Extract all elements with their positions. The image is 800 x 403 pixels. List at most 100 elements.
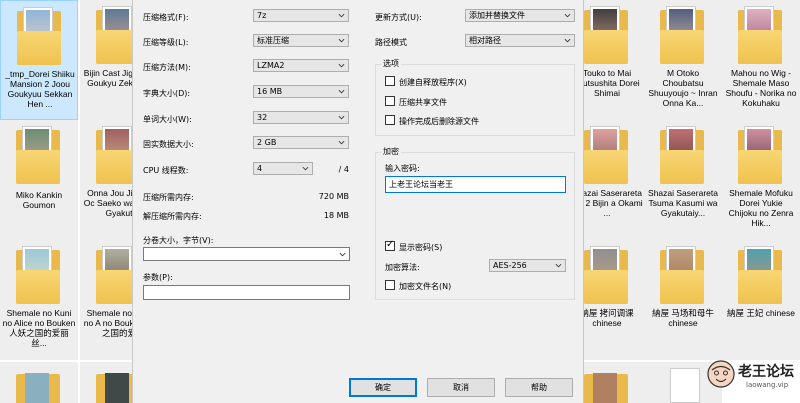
file-tile[interactable]: [584, 362, 644, 403]
file-tile[interactable]: 納屋 马场和母牛 chinese: [644, 240, 722, 360]
folder-icon: [738, 244, 782, 304]
create-sfx-label: 创建自释放程序(X): [399, 78, 467, 87]
folder-icon: [584, 4, 628, 64]
file-tile[interactable]: Shazai Saserareta Tsuma Kasumi wa Gyakut…: [644, 120, 722, 240]
help-button[interactable]: 帮助: [505, 378, 573, 397]
chevron-down-icon: [338, 140, 345, 145]
cancel-button[interactable]: 取消: [427, 378, 495, 397]
word-size-select[interactable]: 32: [253, 111, 349, 124]
compression-level-select[interactable]: 标准压缩: [253, 34, 349, 47]
chevron-down-icon: [564, 13, 571, 18]
folder-icon: [738, 124, 782, 184]
folder-icon: [660, 4, 704, 64]
file-tile-caption: Mahou no Wig - Shemale Maso Shoufu - Nor…: [725, 68, 797, 108]
file-tile[interactable]: [0, 362, 78, 403]
file-tile[interactable]: Shemale Mofuku Dorei Yukie Chijoku no Ze…: [722, 120, 800, 240]
file-tile-caption: 納屋 王妃 chinese: [726, 308, 796, 318]
compression-method-select[interactable]: LZMA2: [253, 59, 349, 72]
show-password-label: 显示密码(S): [399, 243, 443, 252]
split-volume-select[interactable]: [143, 247, 350, 261]
archive-format-select[interactable]: 7z: [253, 9, 349, 22]
folder-icon: [660, 244, 704, 304]
solid-block-size-select[interactable]: 2 GB: [253, 136, 349, 149]
chevron-down-icon: [338, 115, 345, 120]
folder-icon: [738, 4, 782, 64]
decompress-memory-label: 解压缩所需内存:: [143, 212, 202, 221]
compress-shared-checkbox[interactable]: [385, 96, 395, 106]
encryption-group-title: 加密: [381, 146, 401, 157]
file-tile[interactable]: Miko Kankin Goumon: [0, 120, 78, 240]
path-mode-label: 路径模式: [375, 38, 407, 47]
folder-icon: [660, 124, 704, 184]
file-tile[interactable]: M Otoko Choubatsu Shuuyoujo ~ Inran Onna…: [644, 0, 722, 120]
path-mode-select[interactable]: 相对路径: [465, 34, 575, 47]
encrypt-filenames-label: 加密文件名(N): [399, 282, 452, 291]
parameters-label: 参数(P):: [143, 273, 173, 282]
file-tile-caption: Shemale Mofuku Dorei Yukie Chijoku no Ze…: [728, 188, 794, 228]
cpu-threads-label: CPU 线程数:: [143, 166, 189, 175]
create-sfx-checkbox[interactable]: [385, 76, 395, 86]
file-tile[interactable]: _tmp_Dorei Shiiku Mansion 2 Joou Goukyuu…: [0, 0, 78, 120]
file-tile[interactable]: 納屋 拷问调课 chinese: [580, 240, 644, 360]
archive-format-value: 7z: [257, 11, 267, 20]
decompress-memory-value: 18 MB: [323, 211, 349, 220]
password-input[interactable]: 上老王论坛当老王: [385, 176, 566, 193]
cpu-threads-select[interactable]: 4: [253, 162, 313, 175]
mascot-face-icon: [707, 360, 735, 388]
delete-after-checkbox[interactable]: [385, 115, 395, 125]
chevron-down-icon: [338, 13, 345, 18]
compress-memory-label: 压缩所需内存:: [143, 193, 194, 202]
show-password-checkbox[interactable]: [385, 239, 395, 251]
document-icon: [660, 368, 704, 403]
file-tile[interactable]: Touko to Mai Tsutsushita Dorei Shimai: [574, 0, 644, 120]
compress-shared-label: 压缩共享文件: [399, 98, 447, 107]
cpu-threads-value: 4: [257, 164, 263, 173]
encryption-group: [375, 152, 575, 300]
solid-block-size-label: 固实数据大小:: [143, 140, 194, 149]
folder-icon: [584, 124, 628, 184]
chevron-down-icon: [338, 38, 345, 43]
file-tile[interactable]: Mahou no Wig - Shemale Maso Shoufu - Nor…: [722, 0, 800, 120]
cpu-threads-max: / 4: [338, 165, 349, 174]
folder-icon: [17, 5, 61, 65]
watermark-logo: 老王论坛 laowang.vip: [704, 357, 800, 403]
encryption-method-label: 加密算法:: [385, 263, 420, 272]
file-tile[interactable]: 納屋 王妃 chinese: [722, 240, 800, 360]
file-tile[interactable]: Shazai Saserareta ma 2 Bijin a Okami ...: [571, 120, 644, 240]
dictionary-size-label: 字典大小(D):: [143, 89, 191, 98]
archive-format-label: 压缩格式(F):: [143, 13, 189, 22]
ok-button[interactable]: 确定: [349, 378, 417, 397]
chevron-down-icon: [339, 252, 346, 257]
chevron-down-icon: [564, 38, 571, 43]
add-to-archive-dialog: 压缩格式(F): 7z 压缩等级(L): 标准压缩 压缩方法(M): LZMA2…: [132, 0, 584, 403]
compression-method-value: LZMA2: [257, 61, 285, 70]
folder-icon: [584, 244, 628, 304]
encryption-method-select[interactable]: AES-256: [489, 259, 566, 272]
update-mode-select[interactable]: 添加并替换文件: [465, 9, 575, 22]
encrypt-filenames-checkbox[interactable]: [385, 280, 395, 290]
file-tile-caption: Shazai Saserareta Tsuma Kasumi wa Gyakut…: [648, 188, 718, 218]
encryption-method-value: AES-256: [493, 261, 527, 270]
password-label: 输入密码:: [385, 164, 420, 173]
folder-icon: [16, 124, 60, 184]
update-mode-label: 更新方式(U):: [375, 13, 422, 22]
parameters-input[interactable]: [143, 285, 350, 300]
compression-level-value: 标准压缩: [257, 36, 289, 45]
delete-after-label: 操作完成后删除源文件: [399, 117, 479, 126]
file-tile-caption: _tmp_Dorei Shiiku Mansion 2 Joou Goukyuu…: [5, 69, 75, 109]
file-tile-caption: Miko Kankin Goumon: [15, 190, 63, 210]
chevron-down-icon: [338, 89, 345, 94]
file-tile-caption: M Otoko Choubatsu Shuuyoujo ~ Inran Onna…: [648, 68, 718, 108]
file-tile[interactable]: Shemale no Kuni no Alice no Bouken 人妖之国的…: [0, 240, 78, 360]
watermark-title: 老王论坛: [738, 364, 794, 380]
dictionary-size-select[interactable]: 16 MB: [253, 85, 349, 98]
compression-level-label: 压缩等级(L):: [143, 38, 189, 47]
solid-block-size-value: 2 GB: [257, 138, 277, 147]
word-size-value: 32: [257, 113, 268, 122]
folder-icon: [16, 244, 60, 304]
options-group-title: 选项: [381, 58, 401, 69]
update-mode-value: 添加并替换文件: [469, 11, 525, 20]
compress-memory-value: 720 MB: [318, 192, 349, 201]
compression-method-label: 压缩方法(M):: [143, 63, 191, 72]
path-mode-value: 相对路径: [469, 36, 501, 45]
